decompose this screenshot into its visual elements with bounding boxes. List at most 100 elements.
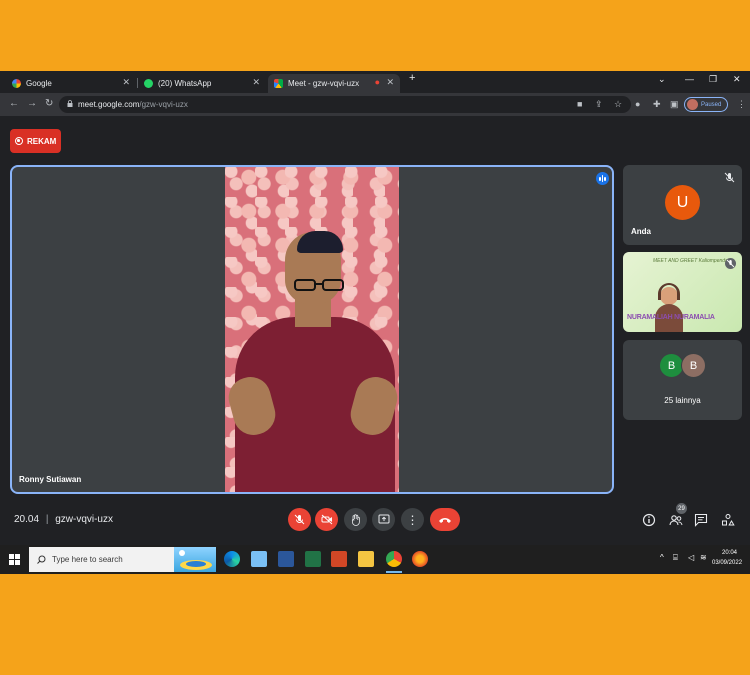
more-menu-icon[interactable]: ⋮ <box>737 99 746 110</box>
address-bar[interactable]: meet.google.com/gzw-vqvi-uzx ■ ⇪ ☆ <box>59 96 631 113</box>
windows-start-icon[interactable] <box>9 554 20 565</box>
tab-label: Meet - gzw-vqvi-uzx <box>288 79 360 88</box>
chat-icon[interactable] <box>694 513 708 527</box>
url-text: meet.google.com/gzw-vqvi-uzx <box>78 100 188 109</box>
tab-label: (20) WhatsApp <box>158 79 212 88</box>
app-store-icon[interactable] <box>251 551 267 567</box>
self-tile[interactable]: U Anda <box>623 165 742 245</box>
tab-label: Google <box>26 79 52 88</box>
minimize-icon[interactable]: — <box>685 74 694 84</box>
google-favicon-icon <box>12 79 21 88</box>
tab-whatsapp[interactable]: (20) WhatsApp ✕ <box>138 74 266 93</box>
url-path: /gzw-vqvi-uzx <box>139 100 188 109</box>
people-icon[interactable] <box>669 513 683 527</box>
tray-chevron-icon[interactable]: ^ <box>660 553 664 562</box>
reload-icon[interactable]: ↻ <box>45 98 53 109</box>
camera-in-use-icon[interactable]: ■ <box>577 99 582 109</box>
meet-favicon-icon <box>274 79 283 88</box>
self-avatar: U <box>665 185 700 220</box>
firefox-icon[interactable] <box>412 551 428 567</box>
avatar <box>687 99 698 110</box>
presenter-tile[interactable]: MEET AND GREET Kaliompendana NURAMALIAH … <box>623 252 742 332</box>
extension-icon[interactable]: ● <box>635 99 640 109</box>
word-icon[interactable] <box>278 551 294 567</box>
clock-date[interactable]: 03/09/2022 <box>712 560 742 566</box>
meeting-time: 20.04 <box>14 514 40 525</box>
meeting-details-icon[interactable] <box>642 513 656 527</box>
close-tab-icon[interactable]: ✕ <box>122 77 130 88</box>
speaker-name: Ronny Sutiawan <box>19 475 82 484</box>
record-icon <box>15 137 23 145</box>
profile-button[interactable]: Paused <box>684 97 728 112</box>
participant-count-badge: 29 <box>676 503 687 514</box>
slide-title: MEET AND GREET Kaliompendana <box>653 258 734 264</box>
profile-label: Paused <box>701 101 722 108</box>
others-label: 25 lainnya <box>664 396 701 405</box>
tab-google[interactable]: Google ✕ <box>6 74 136 93</box>
bookmark-star-icon[interactable]: ☆ <box>614 99 622 110</box>
more-vertical-icon: ⋮ <box>406 512 419 527</box>
wifi-icon[interactable]: ≋ <box>700 553 707 562</box>
excel-icon[interactable] <box>305 551 321 567</box>
hand-icon <box>352 513 360 526</box>
hang-up-icon <box>439 517 451 523</box>
camera-off-icon <box>321 514 332 525</box>
mic-off-icon <box>725 258 736 269</box>
speaker-cap <box>297 231 343 253</box>
close-window-icon[interactable]: ✕ <box>733 74 741 85</box>
recording-dot-icon: ● <box>374 77 380 87</box>
file-explorer-icon[interactable] <box>358 551 374 567</box>
screen: Google ✕ (20) WhatsApp ✕ Meet - gzw-vqvi… <box>0 71 750 574</box>
browser-toolbar: ← → ↻ meet.google.com/gzw-vqvi-uzx ■ ⇪ ☆… <box>0 93 750 116</box>
mic-toggle-button[interactable] <box>288 508 311 531</box>
more-options-button[interactable]: ⋮ <box>401 508 424 531</box>
mic-off-icon <box>724 172 735 183</box>
edge-icon[interactable] <box>224 551 240 567</box>
whatsapp-favicon-icon <box>144 79 153 88</box>
participant-avatar: B <box>681 353 706 378</box>
network-icon[interactable]: ⌸ <box>673 553 678 563</box>
close-tab-icon[interactable]: ✕ <box>252 77 260 88</box>
tab-meet[interactable]: Meet - gzw-vqvi-uzx ● ✕ <box>268 74 400 93</box>
windows-taskbar: Type here to search ^ ⌸ ◁ ≋ 20:04 03/09/… <box>0 545 750 574</box>
search-icon <box>37 555 46 564</box>
present-screen-button[interactable] <box>372 508 395 531</box>
mic-off-icon <box>294 514 305 525</box>
forward-icon[interactable]: → <box>27 98 37 109</box>
speaking-indicator-icon <box>596 172 609 185</box>
back-icon[interactable]: ← <box>9 98 19 109</box>
volume-icon[interactable]: ◁ <box>688 553 694 562</box>
main-speaker-tile[interactable]: Ronny Sutiawan <box>10 165 614 494</box>
active-app-indicator <box>386 571 402 573</box>
taskbar-search-placeholder: Type here to search <box>52 555 123 564</box>
taskbar-search-input[interactable]: Type here to search <box>29 547 216 572</box>
extensions-puzzle-icon[interactable]: ✚ <box>653 99 661 110</box>
chrome-icon[interactable] <box>386 551 402 567</box>
search-highlight-image <box>174 547 216 572</box>
record-button[interactable]: REKAM <box>10 129 61 153</box>
close-tab-icon[interactable]: ✕ <box>386 77 394 88</box>
clock-time[interactable]: 20:04 <box>722 550 737 556</box>
new-tab-icon[interactable]: + <box>409 72 415 84</box>
glasses-icon <box>294 279 344 291</box>
speaker-video <box>225 167 399 492</box>
maximize-icon[interactable]: ❐ <box>709 74 717 85</box>
activities-icon[interactable] <box>721 513 735 527</box>
others-tile[interactable]: B B 25 lainnya <box>623 340 742 420</box>
browser-tab-strip: Google ✕ (20) WhatsApp ✕ Meet - gzw-vqvi… <box>0 71 750 93</box>
camera-toggle-button[interactable] <box>315 508 338 531</box>
presenter-name: NURAMALIAH NURAMALIA <box>627 314 715 321</box>
share-icon[interactable]: ⇪ <box>595 99 603 110</box>
leave-call-button[interactable] <box>430 508 460 531</box>
meeting-code: gzw-vqvi-uzx <box>55 514 113 525</box>
present-icon <box>378 514 389 524</box>
powerpoint-icon[interactable] <box>331 551 347 567</box>
meeting-time-code: 20.04 | gzw-vqvi-uzx <box>14 514 113 525</box>
side-panel-icon[interactable]: ▣ <box>670 99 679 110</box>
raise-hand-button[interactable] <box>344 508 367 531</box>
tab-search-icon[interactable]: ⌄ <box>658 74 666 85</box>
lock-icon <box>67 100 73 107</box>
presenter-figure <box>655 283 683 332</box>
url-host: meet.google.com <box>78 100 140 109</box>
record-label: REKAM <box>27 136 57 146</box>
